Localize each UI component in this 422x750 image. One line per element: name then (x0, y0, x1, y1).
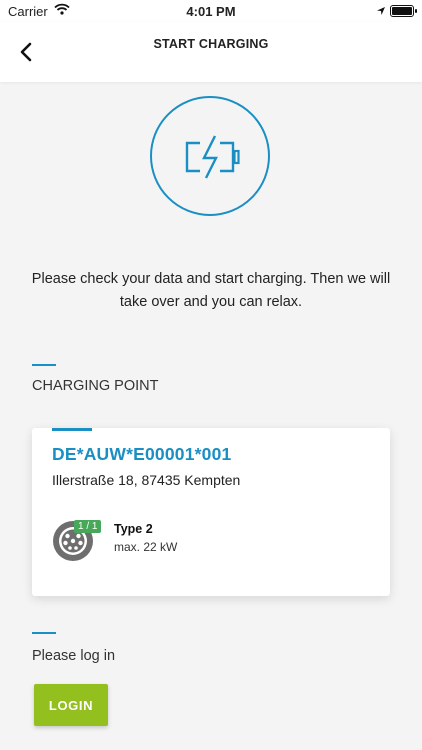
section-accent-bar (32, 364, 56, 366)
nav-bar: START CHARGING (0, 22, 422, 82)
status-bar: Carrier 4:01 PM (0, 0, 422, 22)
login-button[interactable]: LOGIN (34, 684, 108, 726)
battery-charging-icon (150, 96, 270, 216)
intro-text: Please check your data and start chargin… (31, 271, 391, 310)
card-accent-bar (52, 428, 92, 431)
connector-power: max. 22 kW (114, 540, 178, 554)
battery-icon (390, 5, 417, 17)
location-arrow-icon (376, 4, 386, 19)
login-prompt: Please log in (32, 648, 116, 664)
clock: 4:01 PM (186, 4, 236, 19)
section-accent-bar (32, 632, 56, 634)
station-address: Illerstraße 18, 87435 Kempten (52, 472, 241, 488)
page-title: START CHARGING (153, 37, 269, 51)
evse-id: DE*AUW*E00001*001 (52, 444, 232, 464)
charging-point-card[interactable]: DE*AUW*E00001*001 Illerstraße 18, 87435 … (32, 428, 390, 596)
charging-point-heading: CHARGING POINT (32, 378, 159, 394)
connector-type: Type 2 (114, 522, 153, 536)
availability-badge: 1 / 1 (74, 520, 102, 533)
